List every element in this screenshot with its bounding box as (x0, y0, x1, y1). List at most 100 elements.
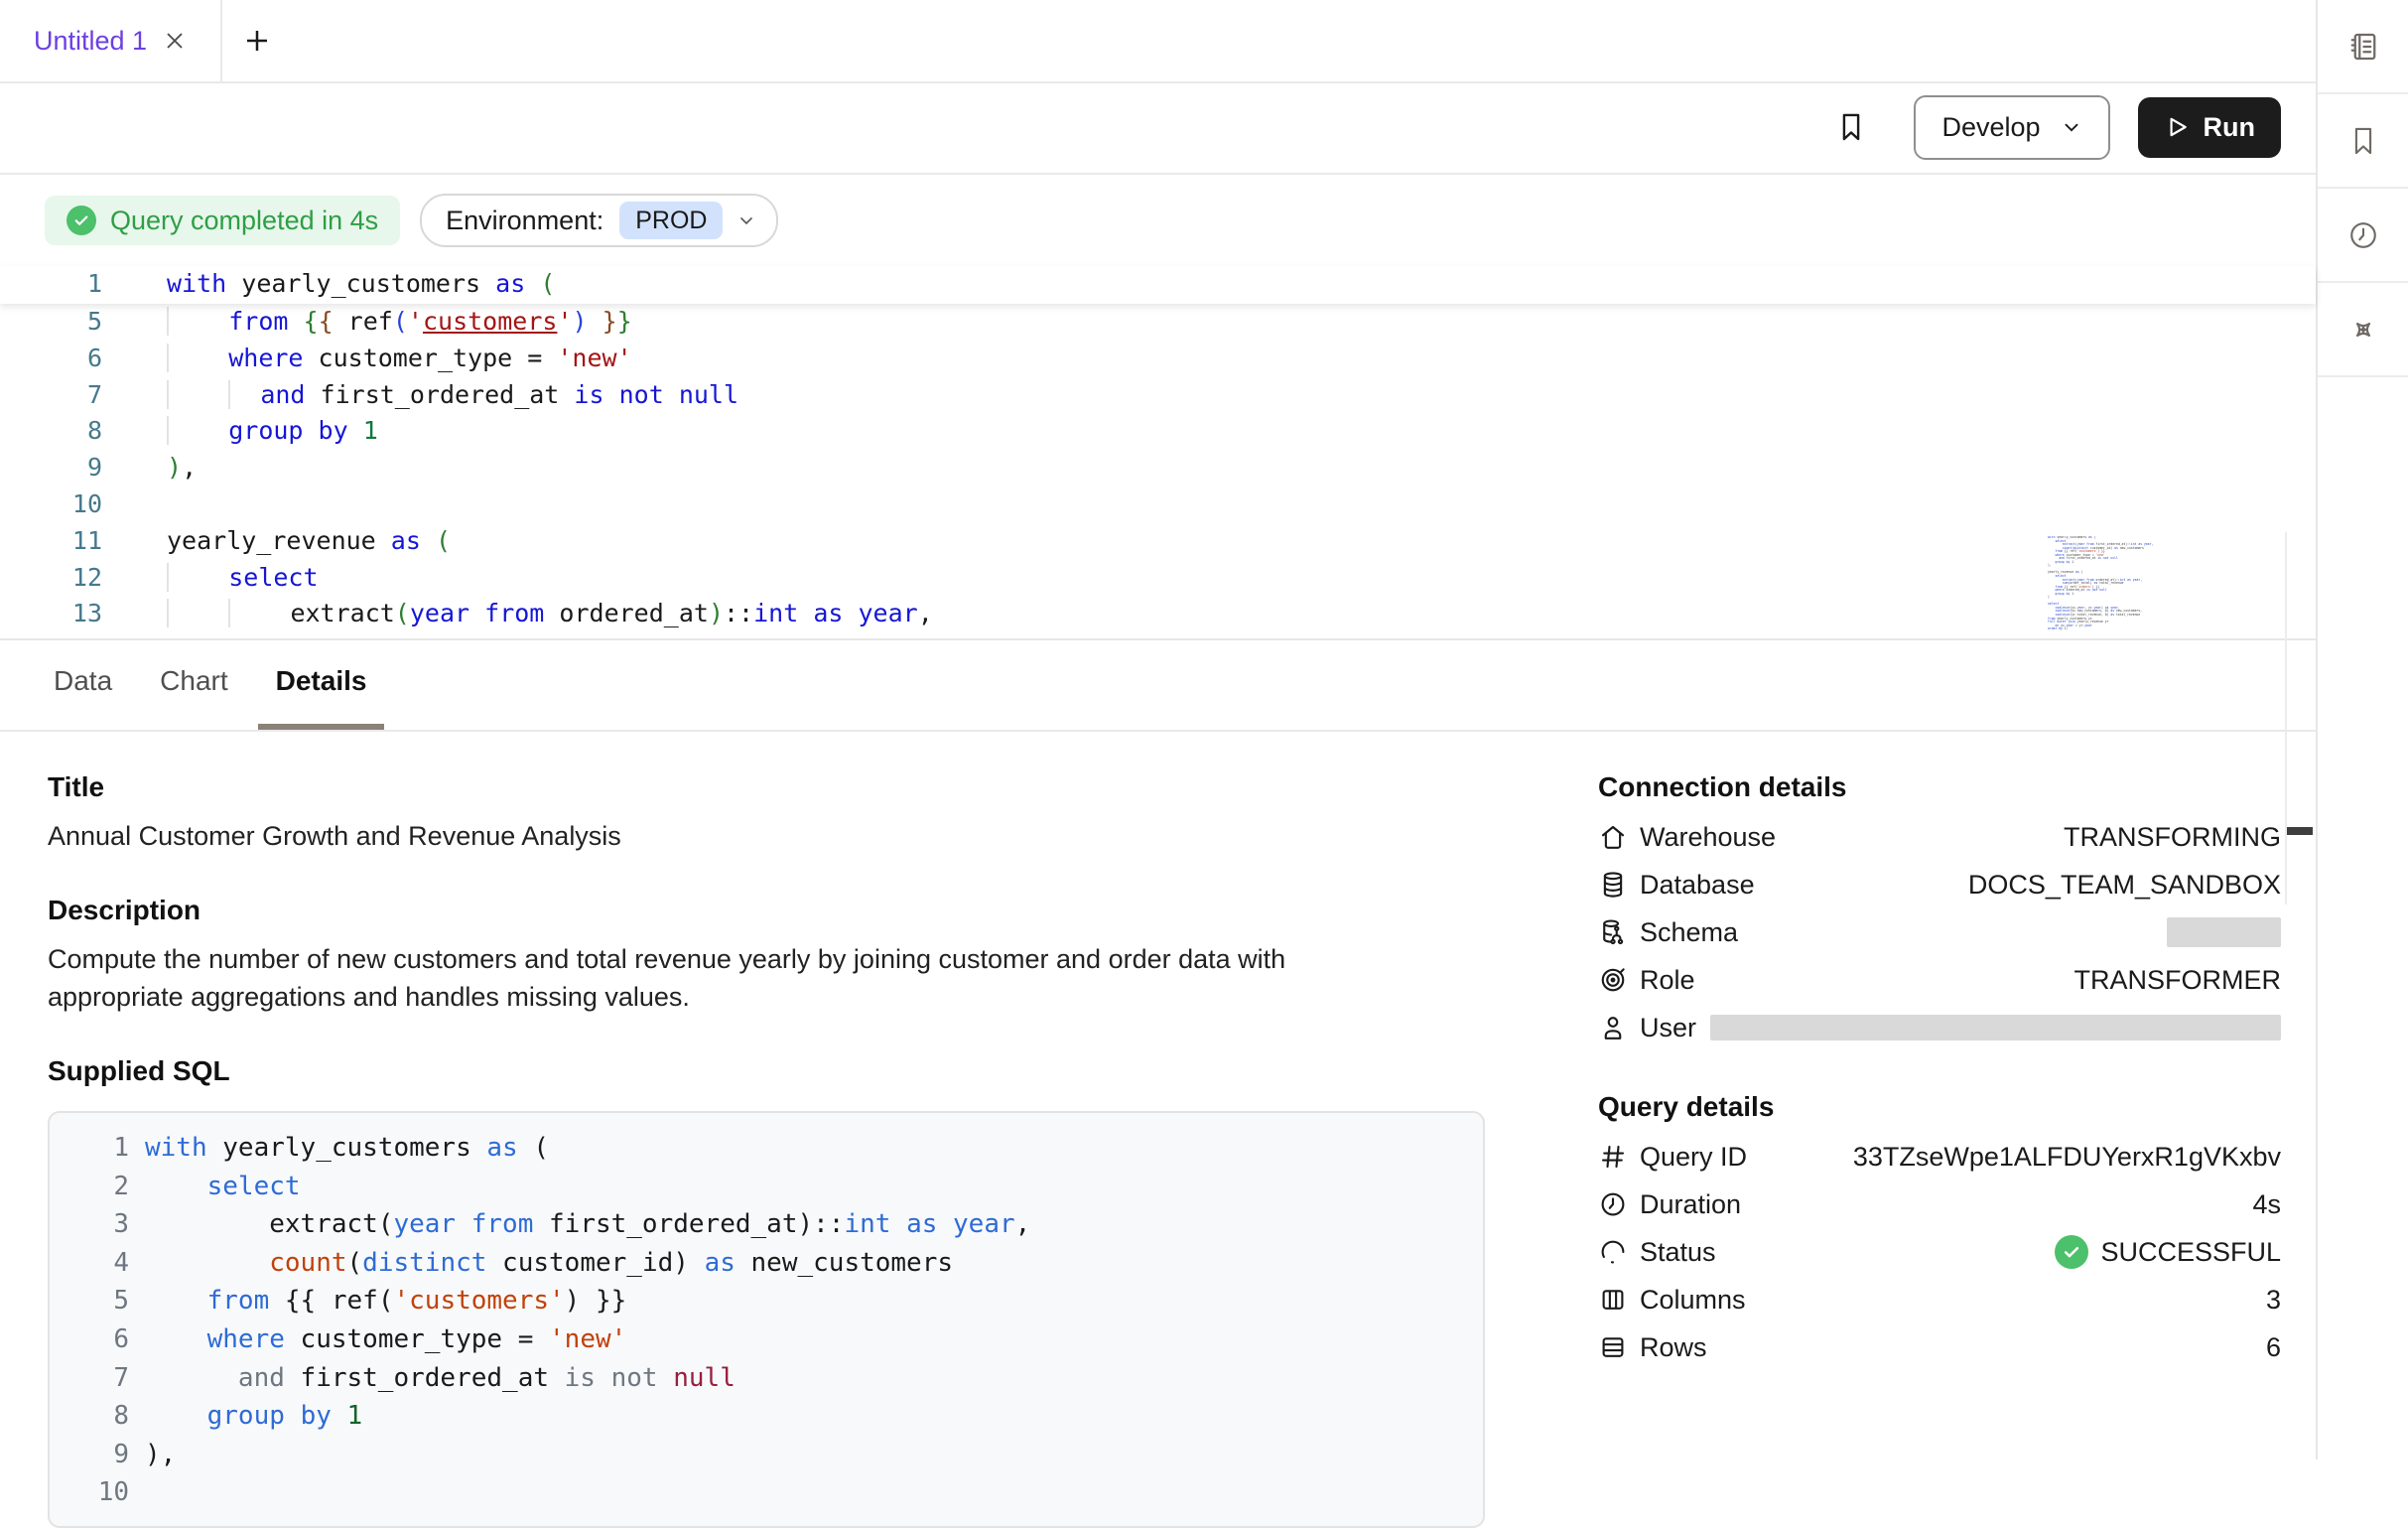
row-label: Duration (1640, 1189, 1741, 1220)
row-label: User (1640, 1013, 1696, 1043)
environment-dropdown[interactable]: Environment: PROD (420, 194, 778, 247)
notebook-button[interactable] (2318, 0, 2408, 94)
row-value: DOCS_TEAM_SANDBOX (1968, 870, 2281, 901)
row-value: 33TZseWpe1ALFDUYerxR1gVKxbv (1853, 1142, 2281, 1173)
row-label: Warehouse (1640, 822, 1776, 853)
connection-row-role: Role TRANSFORMER (1598, 956, 2281, 1004)
row-value: 6 (2266, 1332, 2281, 1363)
bookmark-icon[interactable] (1834, 110, 1868, 144)
bookmarks-button[interactable] (2318, 94, 2408, 189)
status-text: SUCCESSFUL (2100, 1237, 2281, 1268)
editor-scrollbar-thumb[interactable] (2287, 827, 2313, 835)
document-tab-bar: Untitled 1 (0, 0, 2316, 83)
row-label: Database (1640, 870, 1755, 901)
tab-untitled-1[interactable]: Untitled 1 (0, 0, 222, 81)
role-icon (1598, 965, 1628, 995)
row-label: Schema (1640, 917, 1738, 948)
redacted-value (2167, 917, 2281, 947)
notebook-icon (2345, 29, 2381, 65)
tab-details[interactable]: Details (258, 638, 385, 730)
warehouse-icon (1598, 822, 1628, 852)
run-button[interactable]: Run (2138, 97, 2281, 158)
supplied-sql-heading: Supplied SQL (48, 1055, 1487, 1087)
tab-title: Untitled 1 (34, 26, 147, 57)
hash-icon (1598, 1142, 1628, 1172)
code-line: 4 count(distinct customer_id) as new_cus… (69, 1244, 1483, 1283)
sql-editor[interactable]: 1with yearly_customers as ( 5 from {{ re… (0, 266, 2316, 640)
line-number: 5 (69, 1282, 129, 1320)
row-value: TRANSFORMER (2074, 965, 2282, 996)
code-line: 13 extract(year from ordered_at)::int as… (0, 596, 2316, 632)
query-row-duration: Duration 4s (1598, 1181, 2281, 1228)
row-label: Columns (1640, 1285, 1746, 1316)
develop-dropdown[interactable]: Develop (1914, 95, 2109, 160)
line-number: 3 (69, 1205, 129, 1244)
row-value: 3 (2266, 1285, 2281, 1316)
code-line: 3 extract(year from first_ordered_at)::i… (69, 1205, 1483, 1244)
connection-row-user: User (1598, 1004, 2281, 1051)
code-line: 6 where customer_type = 'new' (69, 1320, 1483, 1359)
connection-row-warehouse: Warehouse TRANSFORMING (1598, 813, 2281, 861)
schema-icon (1598, 917, 1628, 947)
new-tab-button[interactable] (222, 0, 292, 81)
chevron-down-icon (736, 210, 756, 230)
line-number: 7 (0, 377, 102, 414)
clock-icon (2346, 218, 2380, 252)
tab-chart[interactable]: Chart (142, 638, 245, 730)
code-line: 8 group by 1 (0, 413, 2316, 450)
rows-icon (1598, 1332, 1628, 1362)
query-row-query-id: Query ID 33TZseWpe1ALFDUYerxR1gVKxbv (1598, 1133, 2281, 1181)
supplied-sql-code-block: 1with yearly_customers as (2 select3 ext… (48, 1111, 1485, 1528)
close-icon[interactable] (163, 29, 187, 53)
line-number: 8 (69, 1397, 129, 1436)
play-icon (2164, 114, 2190, 140)
line-number: 1 (69, 1129, 129, 1168)
tab-data[interactable]: Data (36, 638, 130, 730)
title-heading: Title (48, 771, 1487, 803)
right-icon-rail (2316, 0, 2408, 1459)
columns-icon (1598, 1285, 1628, 1315)
line-number: 6 (0, 341, 102, 377)
query-row-status: Status SUCCESSFUL (1598, 1228, 2281, 1276)
connection-row-database: Database DOCS_TEAM_SANDBOX (1598, 861, 2281, 908)
row-label: Rows (1640, 1332, 1707, 1363)
editor-minimap[interactable]: with yearly_customers as ( select extrac… (2048, 536, 2159, 639)
code-line: 9), (0, 450, 2316, 486)
code-line: 1with yearly_customers as ( (0, 266, 2316, 303)
user-icon (1598, 1013, 1628, 1042)
sticky-scroll-line[interactable]: 1with yearly_customers as ( (0, 266, 2316, 304)
line-number: 13 (0, 596, 102, 632)
line-number: 1 (0, 266, 102, 303)
run-label: Run (2204, 112, 2255, 143)
line-number: 9 (69, 1436, 129, 1474)
redacted-value (1710, 1015, 2281, 1041)
code-line: 7 and first_ordered_at is not null (69, 1359, 1483, 1398)
code-line: 6 where customer_type = 'new' (0, 341, 2316, 377)
explore-button[interactable] (2318, 283, 2408, 377)
title-value: Annual Customer Growth and Revenue Analy… (48, 817, 1378, 855)
line-number: 8 (0, 413, 102, 450)
query-row-columns: Columns 3 (1598, 1276, 2281, 1323)
line-number: 12 (0, 560, 102, 597)
line-number: 6 (69, 1320, 129, 1359)
environment-value-chip: PROD (619, 202, 723, 239)
environment-label: Environment: (446, 206, 603, 236)
code-line: 5 from {{ ref('customers') }} (0, 304, 2316, 341)
connection-details-heading: Connection details (1598, 771, 2281, 803)
code-line: 11yearly_revenue as ( (0, 523, 2316, 560)
line-number: 10 (69, 1473, 129, 1512)
compass-star-icon (2345, 312, 2381, 347)
details-sidebar: Connection details Warehouse TRANSFORMIN… (1598, 732, 2281, 1371)
line-number: 5 (0, 304, 102, 341)
history-button[interactable] (2318, 189, 2408, 283)
row-label: Role (1640, 965, 1695, 996)
result-tab-bar: Data Chart Details (0, 638, 2316, 732)
query-row-rows: Rows 6 (1598, 1323, 2281, 1371)
description-heading: Description (48, 895, 1487, 926)
line-number: 10 (0, 486, 102, 523)
row-value: 4s (2252, 1189, 2281, 1220)
code-line: 5 from {{ ref('customers') }} (69, 1282, 1483, 1320)
row-value-redacted (2167, 917, 2281, 947)
code-line: 2 select (69, 1168, 1483, 1206)
success-check-icon (2055, 1235, 2088, 1269)
